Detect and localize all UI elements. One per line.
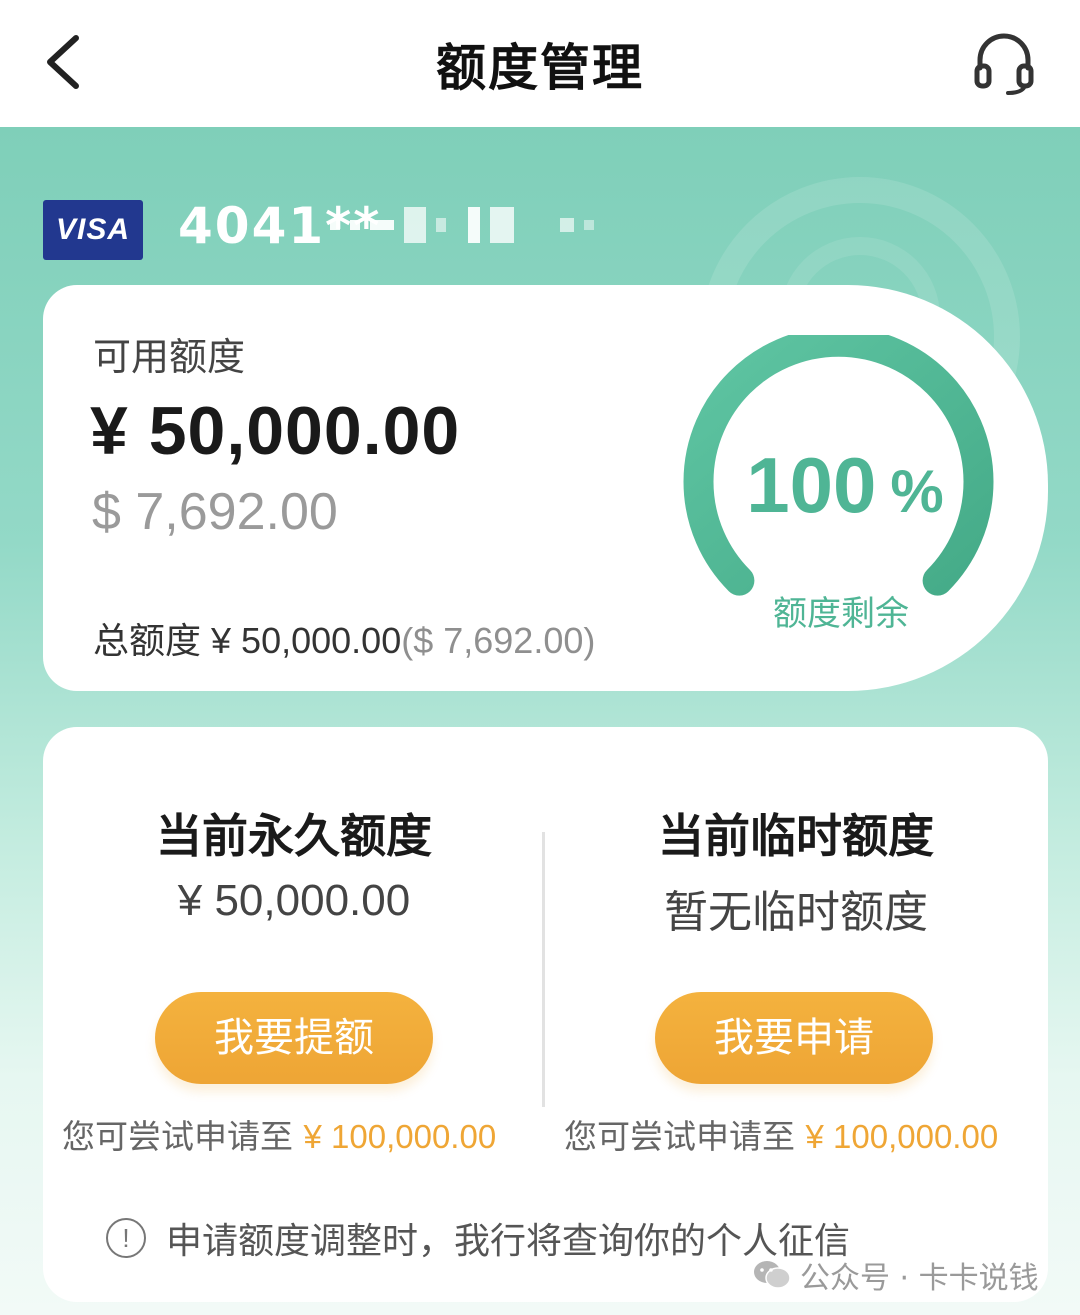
top-bar: 额度管理 (0, 0, 1080, 127)
notice-text: 申请额度调整时，我行将查询你的个人征信 (166, 1221, 851, 1262)
increase-limit-button[interactable]: 我要提额 (155, 992, 433, 1084)
permanent-credit-value: ¥ 50,000.00 (177, 876, 411, 925)
temporary-credit-value: 暂无临时额度 (664, 887, 928, 938)
permanent-credit-title: 当前永久额度 (156, 809, 432, 863)
total-credit-label: 总额度 (93, 620, 202, 661)
gauge-label: 额度剩余 (773, 594, 909, 634)
permanent-hint-amount: ¥ 100,000.00 (303, 1118, 497, 1155)
total-credit-cny: ¥ 50,000.00 (211, 620, 402, 661)
gauge-percent: 100% (700, 440, 990, 531)
gauge-value: 100 (746, 441, 877, 529)
available-credit-cny: ¥ 50,000.00 (90, 393, 461, 469)
wechat-icon (754, 1261, 791, 1289)
permanent-hint-text: 您可尝试申请至 (62, 1117, 293, 1156)
permanent-hint: 您可尝试申请至 ¥ 100,000.00 (62, 1110, 496, 1158)
watermark-text: 公众号 · 卡卡说钱 (800, 1261, 1039, 1296)
total-credit-line: 总额度 ¥ 50,000.00($ 7,692.00) (93, 612, 595, 664)
page-title: 额度管理 (436, 39, 644, 97)
column-divider (542, 832, 545, 1107)
customer-service-button[interactable] (968, 30, 1040, 98)
temporary-hint-amount: ¥ 100,000.00 (805, 1118, 999, 1155)
credit-inquiry-notice: ! 申请额度调整时，我行将查询你的个人征信 (106, 1212, 850, 1264)
info-icon: ! (106, 1218, 146, 1258)
temporary-hint: 您可尝试申请至 ¥ 100,000.00 (564, 1110, 998, 1158)
headset-icon (974, 33, 1034, 95)
temporary-credit-title: 当前临时额度 (658, 809, 934, 863)
apply-temporary-button[interactable]: 我要申请 (655, 992, 933, 1084)
available-credit-usd: $ 7,692.00 (92, 483, 338, 541)
available-credit-label: 可用额度 (93, 335, 246, 379)
watermark: 公众号 · 卡卡说钱 (752, 1253, 1039, 1297)
gauge-unit: % (890, 458, 944, 525)
total-credit-usd: ($ 7,692.00) (401, 620, 596, 661)
masked-card-digits (330, 200, 594, 250)
visa-logo: VISA (43, 200, 143, 260)
temporary-hint-text: 您可尝试申请至 (564, 1117, 795, 1156)
